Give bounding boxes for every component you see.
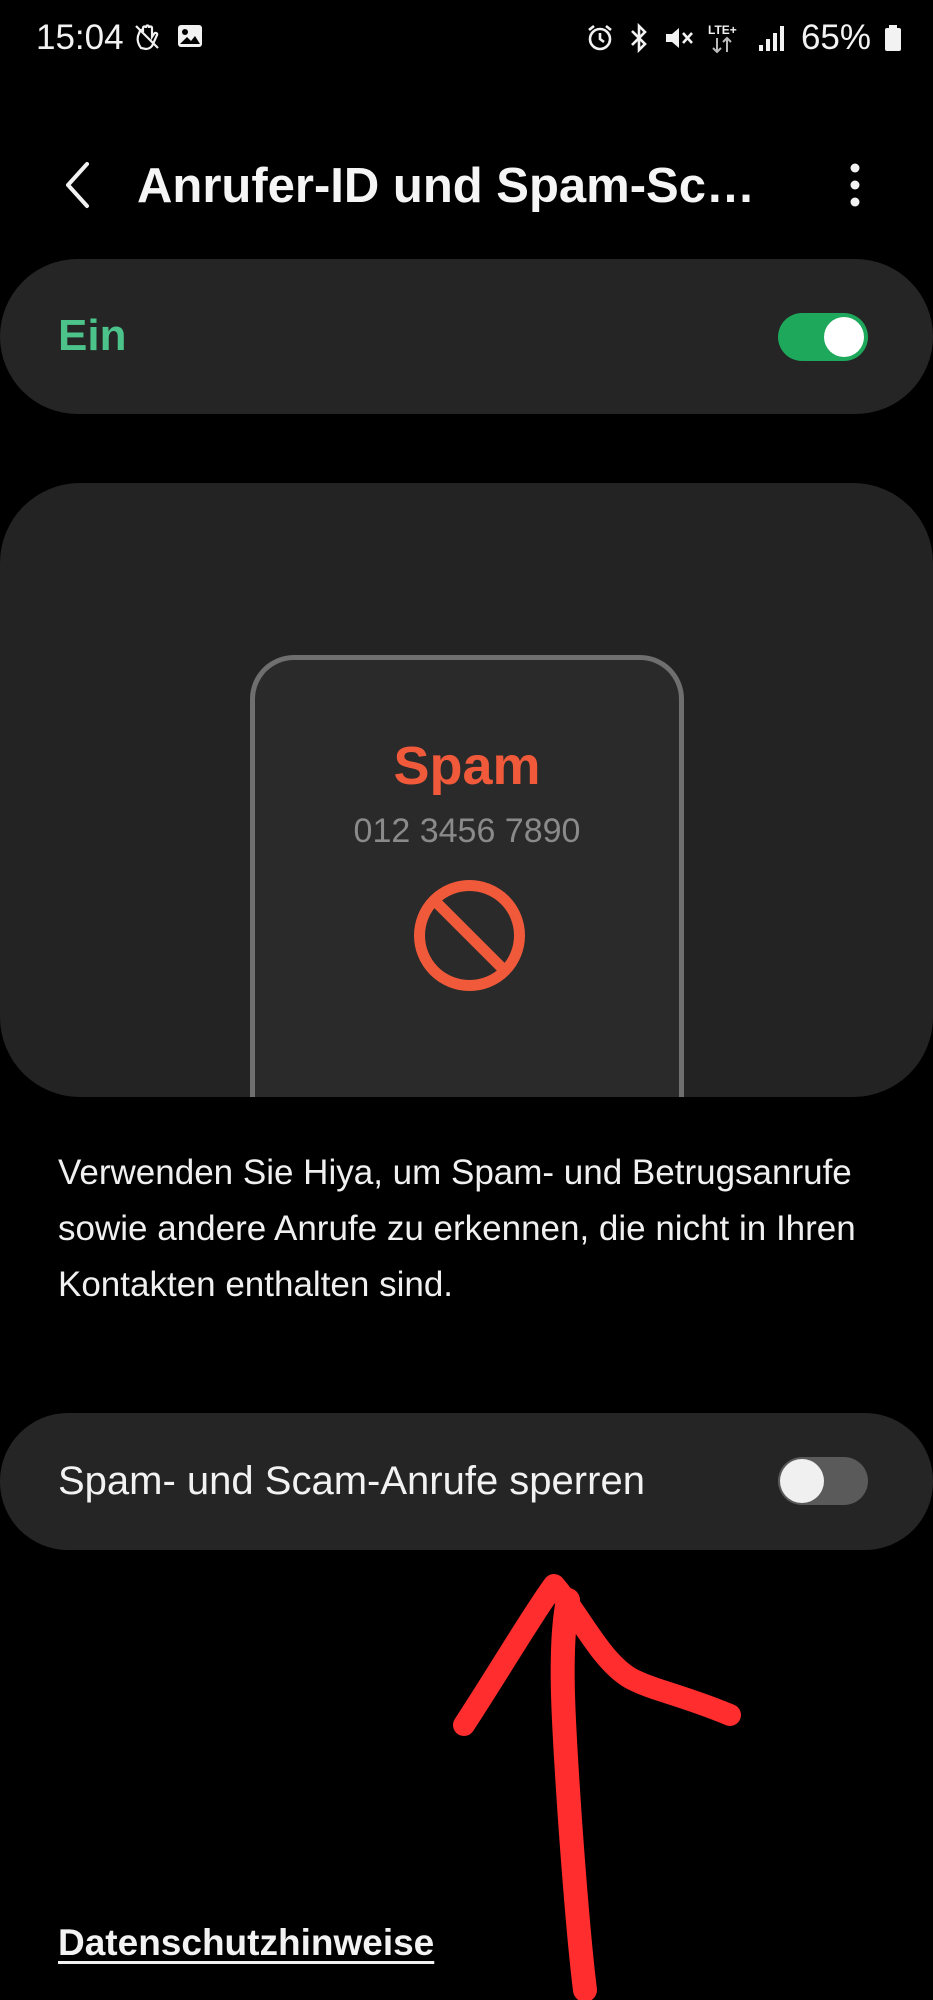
annotation-arrow-icon [453, 1574, 741, 2000]
toggle-knob [824, 317, 864, 357]
alarm-icon [588, 24, 612, 51]
phone-illustration: Spam 012 3456 7890 [250, 655, 684, 1097]
privacy-notice-link[interactable]: Datenschutzhinweise [58, 1922, 434, 1964]
toggle-knob [780, 1459, 824, 1503]
chevron-left-icon [66, 162, 89, 208]
signal-icon [758, 26, 784, 51]
mute-icon [665, 28, 693, 48]
status-right-icons: LTE+ 65% [585, 18, 903, 58]
more-vert-icon [850, 163, 860, 207]
lte-plus-icon: LTE+ [708, 23, 737, 54]
touch-block-icon [135, 24, 159, 51]
status-bar: 15:04 LTE+ 65% [0, 0, 933, 80]
master-switch-label: Ein [58, 311, 127, 360]
illustration-card: Spam 012 3456 7890 [0, 483, 933, 1097]
page-title: Anrufer-ID und Spam-Schutz [137, 159, 777, 213]
app-bar: Anrufer-ID und Spam-Schutz [0, 140, 933, 230]
lte-plus-label: LTE+ [708, 23, 737, 37]
feature-description: Verwenden Sie Hiya, um Spam- und Betrugs… [58, 1153, 856, 1304]
spam-caller-label: Spam [393, 736, 541, 796]
gallery-icon [178, 25, 202, 47]
more-options-button[interactable] [830, 140, 880, 230]
battery-icon [885, 25, 901, 51]
master-switch-toggle[interactable] [778, 313, 868, 361]
block-spam-label: Spam- und Scam-Anrufe sperren [58, 1459, 645, 1503]
block-spam-toggle[interactable] [778, 1457, 868, 1505]
back-button[interactable] [48, 140, 108, 230]
spam-caller-number: 012 3456 7890 [353, 812, 581, 850]
battery-percent: 65% [800, 18, 871, 57]
status-time: 15:04 [36, 18, 124, 57]
bluetooth-icon [631, 22, 647, 54]
block-icon [414, 880, 525, 991]
status-left-icons [132, 22, 204, 52]
